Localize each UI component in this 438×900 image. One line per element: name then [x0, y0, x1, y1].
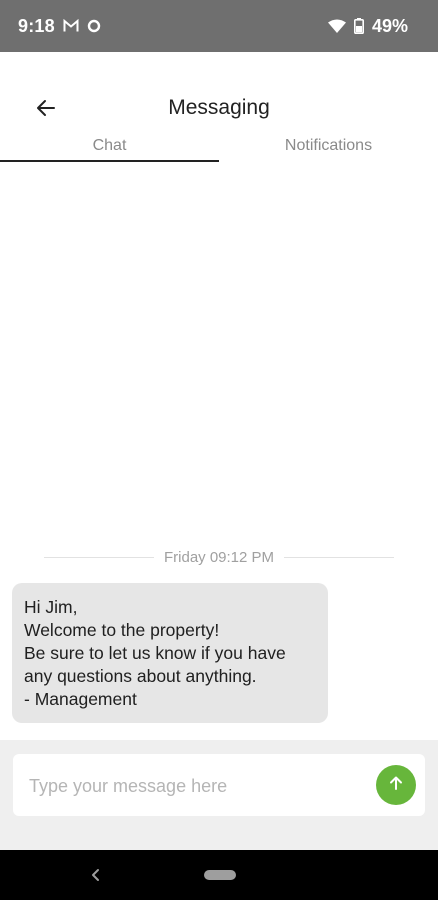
status-bar: 9:18 49% [0, 0, 438, 52]
page-title: Messaging [168, 96, 270, 119]
arrow-up-icon [387, 774, 405, 797]
message-line: - Management [24, 689, 137, 709]
message-line: Hi Jim, [24, 597, 78, 617]
divider [44, 556, 154, 558]
send-button[interactable] [376, 765, 416, 805]
message-composer [13, 754, 425, 816]
sync-icon [87, 19, 101, 33]
message-line: Be sure to let us know if you have [24, 643, 286, 663]
status-time: 9:18 [18, 15, 55, 36]
chat-date-separator: Friday 09:12 PM [44, 547, 395, 567]
tab-chat[interactable]: Chat [0, 132, 219, 162]
nav-back-icon[interactable] [88, 867, 104, 883]
chat-timestamp: Friday 09:12 PM [163, 548, 275, 566]
status-bar-left: 9:18 [18, 16, 101, 37]
message-line: any questions about anything. [24, 666, 257, 686]
tab-notifications[interactable]: Notifications [219, 132, 438, 160]
composer-area [0, 740, 438, 850]
nav-home-pill[interactable] [204, 870, 236, 880]
tab-bar: Chat Notifications [0, 132, 438, 163]
app-header: Messaging [0, 52, 438, 132]
battery-percent: 49% [371, 15, 408, 36]
gmail-icon [63, 19, 79, 33]
divider [284, 556, 395, 558]
message-bubble: Hi Jim, Welcome to the property! Be sure… [12, 583, 328, 723]
message-line: Welcome to the property! [24, 620, 220, 640]
wifi-icon [327, 19, 346, 33]
system-nav-bar [0, 850, 438, 900]
chat-area[interactable]: Friday 09:12 PM Hi Jim, Welcome to the p… [0, 162, 438, 740]
status-bar-right: 49% [327, 15, 408, 37]
message-input[interactable] [27, 771, 361, 801]
battery-icon [353, 18, 364, 34]
